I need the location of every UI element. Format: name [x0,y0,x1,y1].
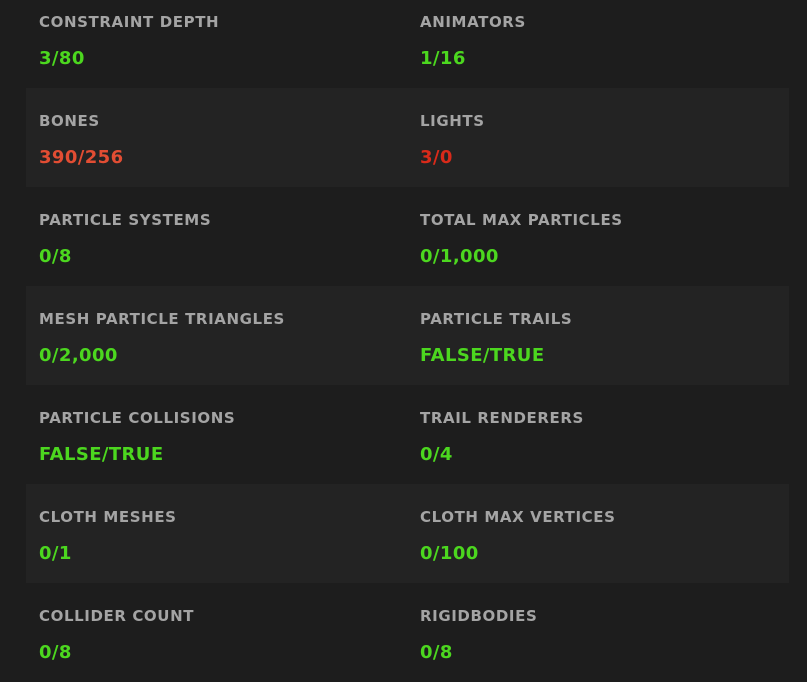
stat-label: CLOTH MESHES [39,508,177,526]
stat-value: 0/1,000 [420,246,499,267]
stat-collider-count: COLLIDER COUNT 0/8 [0,583,381,682]
stat-trail-renderers: TRAIL RENDERERS 0/4 [381,385,807,484]
stat-value: 1/16 [420,48,466,69]
stat-label: PARTICLE COLLISIONS [39,409,236,427]
stat-label: CLOTH MAX VERTICES [420,508,616,526]
stat-particle-systems: PARTICLE SYSTEMS 0/8 [0,187,381,286]
stat-rigidbodies: RIGIDBODIES 0/8 [381,583,807,682]
stat-label: TRAIL RENDERERS [420,409,584,427]
stat-mesh-particle-triangles: MESH PARTICLE TRIANGLES 0/2,000 [0,286,381,385]
stat-value: 0/8 [420,642,453,663]
stat-animators: ANIMATORS 1/16 [381,0,807,88]
stats-row-collisions-trail-renderers: PARTICLE COLLISIONS FALSE/TRUE TRAIL REN… [0,385,807,484]
stats-row-bones-lights: BONES 390/256 LIGHTS 3/0 [0,88,807,187]
stat-label: ANIMATORS [420,13,526,31]
stat-particle-collisions: PARTICLE COLLISIONS FALSE/TRUE [0,385,381,484]
stat-particle-trails: PARTICLE TRAILS FALSE/TRUE [381,286,807,385]
stats-row-constraints-animators: CONSTRAINT DEPTH 3/80 ANIMATORS 1/16 [0,0,807,88]
stat-value-over-limit: 3/0 [420,147,453,168]
stats-row-colliders-rigidbodies: COLLIDER COUNT 0/8 RIGIDBODIES 0/8 [0,583,807,682]
stat-value: 0/1 [39,543,72,564]
stat-label: LIGHTS [420,112,485,130]
stat-value: 0/100 [420,543,479,564]
stat-value-over-limit: 390/256 [39,147,124,168]
stat-cloth-meshes: CLOTH MESHES 0/1 [0,484,381,583]
stat-value: 0/8 [39,642,72,663]
stat-value: 0/4 [420,444,453,465]
stat-label: BONES [39,112,100,130]
stat-value: FALSE/TRUE [420,345,545,366]
stat-bones: BONES 390/256 [0,88,381,187]
performance-stats-list: CONSTRAINT DEPTH 3/80 ANIMATORS 1/16 BON… [0,0,807,682]
stat-constraint-depth: CONSTRAINT DEPTH 3/80 [0,0,381,88]
stat-value: 0/8 [39,246,72,267]
stat-value: FALSE/TRUE [39,444,164,465]
stat-label: PARTICLE SYSTEMS [39,211,212,229]
stat-label: COLLIDER COUNT [39,607,195,625]
stat-label: RIGIDBODIES [420,607,538,625]
stat-label: PARTICLE TRAILS [420,310,573,328]
stat-value: 3/80 [39,48,85,69]
stats-row-particle-systems: PARTICLE SYSTEMS 0/8 TOTAL MAX PARTICLES… [0,187,807,286]
stat-lights: LIGHTS 3/0 [381,88,807,187]
stats-row-cloth: CLOTH MESHES 0/1 CLOTH MAX VERTICES 0/10… [0,484,807,583]
stat-label: TOTAL MAX PARTICLES [420,211,623,229]
stat-label: CONSTRAINT DEPTH [39,13,220,31]
stat-total-max-particles: TOTAL MAX PARTICLES 0/1,000 [381,187,807,286]
stat-label: MESH PARTICLE TRIANGLES [39,310,285,328]
stats-row-mesh-particles-trails: MESH PARTICLE TRIANGLES 0/2,000 PARTICLE… [0,286,807,385]
stat-cloth-max-vertices: CLOTH MAX VERTICES 0/100 [381,484,807,583]
stat-value: 0/2,000 [39,345,118,366]
